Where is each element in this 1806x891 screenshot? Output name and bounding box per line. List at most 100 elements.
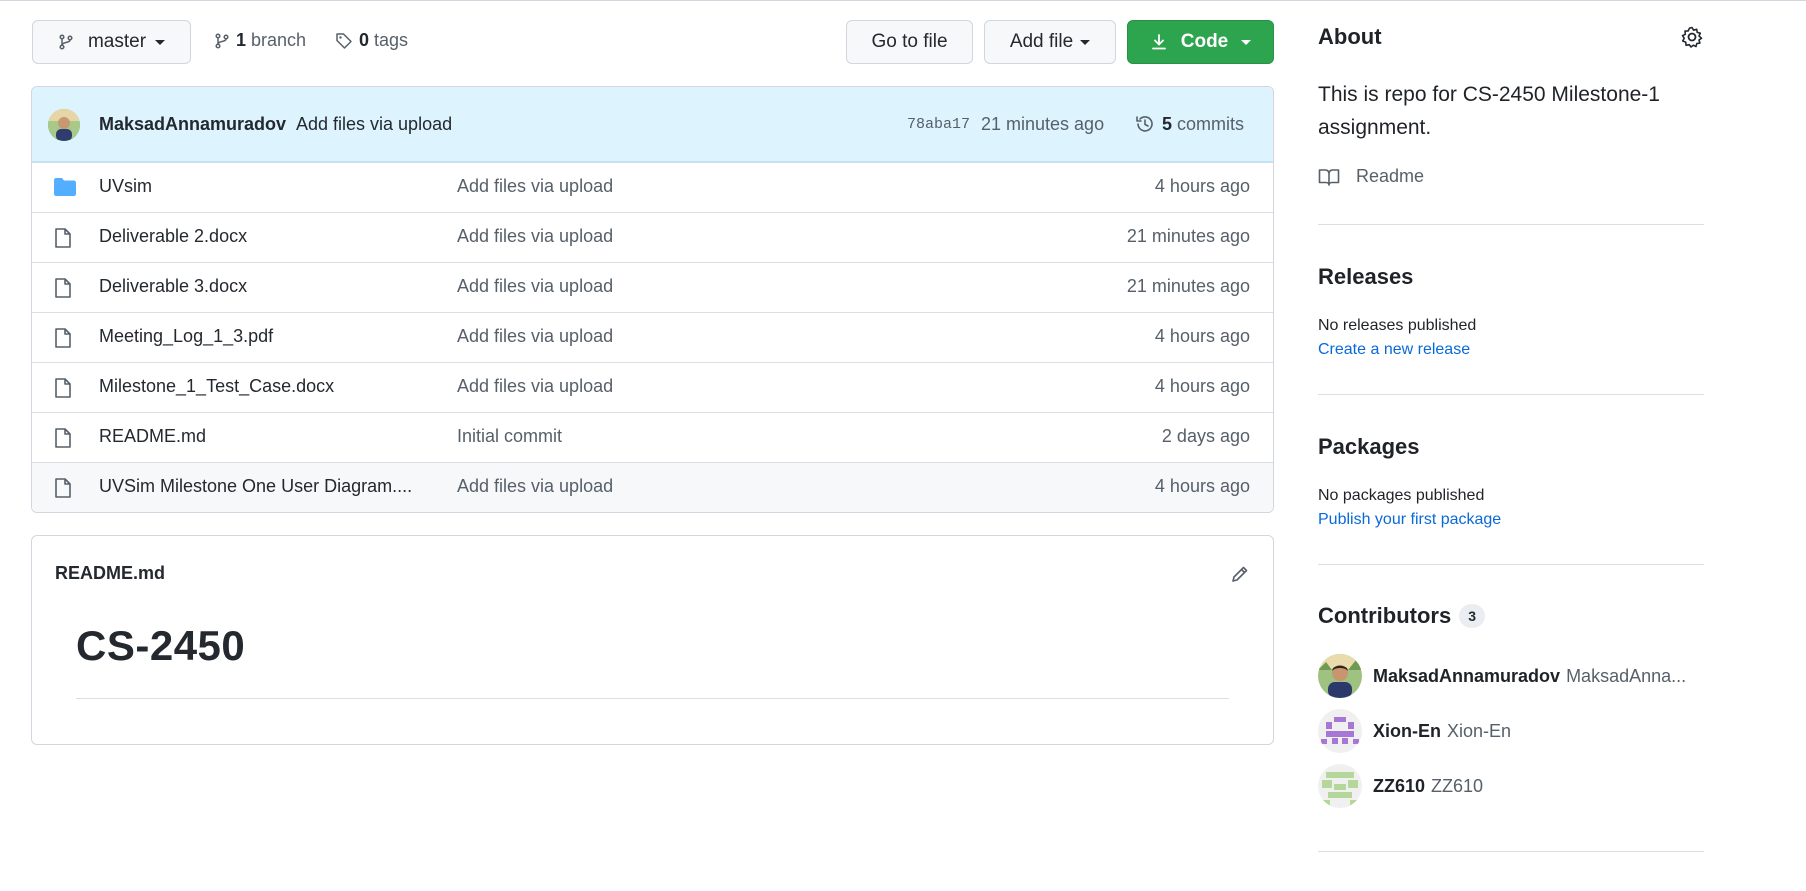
file-list: MaksadAnnamuradov Add files via upload 7… (31, 86, 1274, 513)
tags-link[interactable]: 0 tags (335, 30, 408, 51)
file-commit-message[interactable]: Add files via upload (457, 226, 613, 247)
pencil-icon[interactable] (1230, 564, 1250, 584)
file-icon (55, 228, 71, 248)
chevron-down-icon (1241, 39, 1252, 45)
file-row[interactable]: README.md Initial commit 2 days ago (32, 412, 1273, 462)
file-age: 2 days ago (1161, 426, 1250, 446)
add-file-button[interactable]: Add file (984, 20, 1116, 64)
file-name[interactable]: Milestone_1_Test_Case.docx (99, 376, 334, 397)
top-border (0, 0, 1806, 1)
releases-text: No releases published (1318, 317, 1477, 334)
commits-link[interactable]: 5 commits (1134, 113, 1244, 135)
contributors-title: Contributors (1318, 603, 1452, 628)
contributor-item[interactable]: ZZ610 ZZ610 (1318, 764, 1483, 808)
book-icon (1318, 168, 1340, 186)
history-icon (1136, 116, 1153, 132)
publish-package-link[interactable]: Publish your first package (1318, 511, 1501, 529)
file-name[interactable]: Deliverable 2.docx (99, 226, 247, 247)
readme-heading-divider (76, 698, 1229, 699)
file-icon-wrap (53, 277, 73, 304)
sidebar-divider (1318, 224, 1704, 225)
file-row[interactable]: Deliverable 2.docx Add files via upload 21… (32, 212, 1273, 262)
file-icon (55, 278, 71, 298)
sidebar-divider (1318, 564, 1704, 565)
commit-author[interactable]: MaksadAnnamuradov (99, 114, 286, 135)
file-icon-wrap (53, 327, 73, 354)
file-name[interactable]: UVSim Milestone One User Diagram.... (99, 476, 412, 497)
file-icon-wrap (53, 227, 73, 254)
file-name[interactable]: UVsim (99, 176, 152, 197)
commit-time: 21 minutes ago (981, 114, 1105, 134)
readme-link[interactable]: Readme (1318, 166, 1424, 187)
file-commit-message[interactable]: Add files via upload (457, 476, 613, 497)
branch-name: master (87, 31, 147, 52)
download-icon (1151, 34, 1166, 50)
avatar[interactable] (48, 109, 80, 141)
file-name[interactable]: Meeting_Log_1_3.pdf (99, 326, 273, 347)
commit-message[interactable]: Add files via upload (296, 114, 452, 135)
branch-icon (215, 32, 229, 49)
file-commit-message[interactable]: Initial commit (457, 426, 562, 447)
file-age: 4 hours ago (1154, 376, 1250, 396)
file-icon-wrap (53, 427, 73, 454)
file-age: 21 minutes ago (1126, 226, 1250, 246)
avatar (1318, 709, 1362, 753)
sidebar-divider (1318, 851, 1704, 852)
folder-icon-wrap (53, 177, 77, 202)
file-icon (55, 428, 71, 448)
file-commit-message[interactable]: Add files via upload (457, 326, 613, 347)
contributor-name: ZZ610 (1373, 775, 1426, 796)
contributor-name: MaksadAnnamuradov (1373, 665, 1561, 686)
go-to-file-button[interactable]: Go to file (846, 20, 973, 64)
file-commit-message[interactable]: Add files via upload (457, 276, 613, 297)
file-age: 4 hours ago (1154, 476, 1250, 496)
tag-icon (336, 32, 352, 49)
branch-selector-button[interactable]: master (32, 20, 191, 64)
readme-heading: CS-2450 (76, 622, 246, 669)
branches-link[interactable]: 1 branch (214, 30, 306, 51)
packages-title[interactable]: Packages (1318, 434, 1420, 460)
contributor-login: MaksadAnna... (1566, 665, 1687, 686)
file-commit-message[interactable]: Add files via upload (457, 376, 613, 397)
file-row[interactable]: Milestone_1_Test_Case.docx Add files via … (32, 362, 1273, 412)
file-commit-message[interactable]: Add files via upload (457, 176, 613, 197)
code-label: Code (1180, 31, 1229, 52)
readme-filename[interactable]: README.md (55, 563, 165, 584)
file-name[interactable]: Deliverable 3.docx (99, 276, 247, 297)
contributor-item[interactable]: Xion-En Xion-En (1318, 709, 1511, 753)
releases-title[interactable]: Releases (1318, 264, 1413, 290)
code-button[interactable]: Code (1127, 20, 1274, 64)
contributor-name: Xion-En (1373, 720, 1441, 741)
file-row[interactable]: UVSim Milestone One User Diagram.... Add … (32, 462, 1273, 512)
readme-box: README.md CS-2450 (31, 535, 1274, 745)
chevron-down-icon (1080, 39, 1091, 45)
packages-text: No packages published (1318, 487, 1485, 504)
contributor-item[interactable]: MaksadAnnamuradov MaksadAnna... (1318, 654, 1686, 698)
avatar (1318, 764, 1362, 808)
tags-count: 0 (359, 30, 370, 50)
create-release-link[interactable]: Create a new release (1318, 341, 1470, 359)
commit-hash[interactable]: 78aba17 (907, 116, 970, 133)
avatar (1318, 654, 1362, 698)
file-icon-wrap (53, 377, 73, 404)
file-row[interactable]: UVsim Add files via upload 4 hours ago (32, 162, 1273, 212)
branches-label: branch (251, 30, 307, 50)
add-file-label: Add file (1009, 31, 1074, 52)
chevron-down-icon (155, 39, 166, 45)
file-name[interactable]: README.md (99, 426, 206, 447)
go-to-file-label: Go to file (871, 31, 948, 52)
sidebar-divider (1318, 394, 1704, 395)
file-row[interactable]: Meeting_Log_1_3.pdf Add files via upload 4… (32, 312, 1273, 362)
file-icon-wrap (53, 477, 73, 504)
about-title: About (1318, 24, 1382, 49)
branch-icon (59, 34, 73, 50)
file-age: 4 hours ago (1154, 176, 1250, 196)
gear-icon[interactable] (1680, 25, 1704, 49)
branches-count: 1 (236, 30, 247, 50)
contributors-header[interactable]: Contributors 3 (1318, 603, 1485, 629)
folder-icon (54, 178, 76, 196)
file-icon (55, 378, 71, 398)
latest-commit-bar: MaksadAnnamuradov Add files via upload 7… (32, 87, 1273, 162)
commits-count: 5 (1162, 113, 1173, 134)
file-row[interactable]: Deliverable 3.docx Add files via upload 21… (32, 262, 1273, 312)
